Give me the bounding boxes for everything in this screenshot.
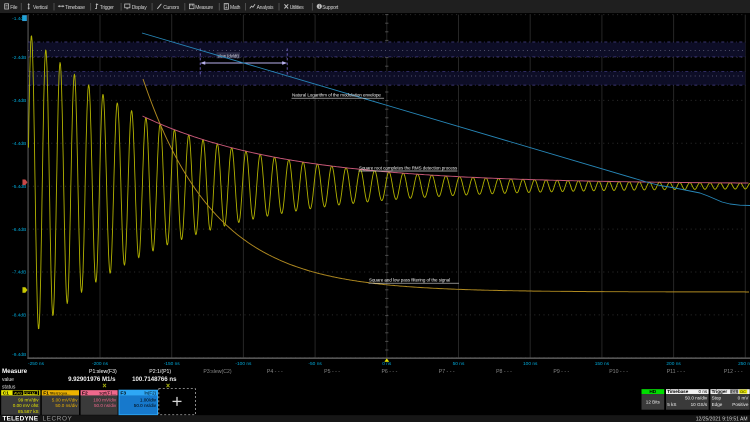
svg-text:Trigger: Trigger <box>100 5 114 11</box>
svg-text:-7.4dB: -7.4dB <box>12 270 26 276</box>
svg-text:12 Bits: 12 Bits <box>646 400 661 405</box>
svg-text:-5.4dB: -5.4dB <box>12 184 26 190</box>
svg-text:C1: C1 <box>3 391 10 397</box>
svg-text:-200 ns: -200 ns <box>92 361 109 367</box>
svg-text:-250 ns: -250 ns <box>28 361 45 367</box>
svg-text:-3.4dB: -3.4dB <box>12 98 26 104</box>
svg-text:P8 - - -: P8 - - - <box>496 369 512 375</box>
svg-text:50 ns: 50 ns <box>453 361 465 367</box>
svg-text:250 ns: 250 ns <box>738 361 750 367</box>
svg-text:5 kS: 5 kS <box>667 402 676 407</box>
svg-text:P1:slew(F3): P1:slew(F3) <box>89 369 117 375</box>
svg-text:-9.4dB: -9.4dB <box>12 352 26 358</box>
svg-text:Measure: Measure <box>195 5 213 11</box>
svg-text:-50 ns: -50 ns <box>308 361 322 367</box>
svg-text:Math: Math <box>230 5 241 11</box>
svg-text:100 ns: 100 ns <box>523 361 538 367</box>
svg-text:5.00 mV²/div: 5.00 mV²/div <box>52 397 78 402</box>
svg-text:Measure: Measure <box>2 368 28 375</box>
svg-text:Positive: Positive <box>732 402 749 407</box>
svg-text:DC: DC <box>740 389 746 394</box>
svg-text:9.92901976 M1/s: 9.92901976 M1/s <box>68 376 116 383</box>
svg-text:Utilities: Utilities <box>290 5 305 11</box>
svg-text:0 ns: 0 ns <box>699 389 708 394</box>
svg-text:-2.4dB: -2.4dB <box>12 55 26 61</box>
svg-text:File: File <box>10 5 18 11</box>
svg-text:100 mV/div: 100 mV/div <box>93 397 117 402</box>
svg-text:Cursors: Cursors <box>163 5 180 11</box>
svg-text:F3: F3 <box>120 391 126 397</box>
svg-text:0.00 mV ofst: 0.00 mV ofst <box>13 403 40 408</box>
svg-text:50.0 ns/div: 50.0 ns/div <box>134 403 157 408</box>
svg-text:0 mV: 0 mV <box>738 396 750 401</box>
svg-text:-150 ns: -150 ns <box>164 361 181 367</box>
svg-text:Display: Display <box>132 5 147 11</box>
svg-text:Stop: Stop <box>712 396 722 401</box>
svg-text:Timebase: Timebase <box>65 5 85 11</box>
svg-text:10 GS/s: 10 GS/s <box>691 402 708 407</box>
svg-text:F2: F2 <box>82 391 88 397</box>
svg-text:LECROY: LECROY <box>43 416 73 422</box>
svg-text:P4 - - -: P4 - - - <box>267 369 283 375</box>
svg-text:50.0 ns/div: 50.0 ns/div <box>94 403 117 408</box>
svg-text:Vertical: Vertical <box>33 5 48 11</box>
svg-text:TELEDYNE: TELEDYNE <box>3 416 39 422</box>
svg-text:200 ns: 200 ns <box>666 361 681 367</box>
svg-text:Square root completes the RMS: Square root completes the RMS detection … <box>359 165 458 170</box>
svg-text:P3:slew(C2): P3:slew(C2) <box>203 369 232 375</box>
svg-text:filter(squa...: filter(squa... <box>50 390 71 395</box>
svg-text:P2:1/(P1): P2:1/(P1) <box>149 369 171 375</box>
svg-text:100.7148766 ns: 100.7148766 ns <box>132 376 177 383</box>
svg-text:Square and low pass filtering: Square and low pass filtering of the sig… <box>369 278 450 283</box>
svg-text:HD: HD <box>649 389 656 395</box>
svg-text:P12 - - -: P12 - - - <box>724 369 743 375</box>
svg-text:12/25/2021 9:19:51 AM: 12/25/2021 9:19:51 AM <box>696 416 748 422</box>
svg-text:-1.4dB: -1.4dB <box>12 16 26 22</box>
svg-text:status: status <box>2 384 16 390</box>
svg-text:i: i <box>319 4 320 9</box>
svg-text:150 ns: 150 ns <box>595 361 610 367</box>
svg-text:C1: C1 <box>732 389 737 394</box>
svg-text:AVG: AVG <box>14 390 22 395</box>
svg-text:DC1M: DC1M <box>24 391 35 395</box>
svg-text:-8.4dB: -8.4dB <box>12 313 26 319</box>
svg-text:Timebase: Timebase <box>667 389 689 394</box>
svg-text:sqrt(F1...: sqrt(F1... <box>99 390 116 395</box>
svg-text:P9 - - -: P9 - - - <box>553 369 569 375</box>
svg-text:value: value <box>2 377 14 383</box>
svg-text:Edge: Edge <box>712 402 723 407</box>
svg-text:P10 - - -: P10 - - - <box>609 369 628 375</box>
svg-text:P7 - - -: P7 - - - <box>439 369 455 375</box>
svg-text:Analysis: Analysis <box>257 5 274 11</box>
svg-text:P6 - - -: P6 - - - <box>381 369 397 375</box>
svg-text:-100 ns: -100 ns <box>235 361 252 367</box>
svg-text:99 mV/div: 99 mV/div <box>18 397 39 402</box>
svg-text:ln(F2): ln(F2) <box>145 390 157 395</box>
svg-text:Trigger: Trigger <box>712 389 728 394</box>
svg-text:85.587 kS: 85.587 kS <box>18 409 39 414</box>
svg-text:Support: Support <box>322 5 339 11</box>
svg-text:50.0 ns/div: 50.0 ns/div <box>685 396 708 401</box>
svg-text:F1: F1 <box>43 391 49 397</box>
svg-text:P11 - - -: P11 - - - <box>667 369 686 375</box>
svg-text:-4.4dB: -4.4dB <box>12 141 26 147</box>
svg-text:1.00/div: 1.00/div <box>140 397 157 402</box>
svg-text:Natural Logarithm of the modul: Natural Logarithm of the modulation enve… <box>292 93 381 98</box>
svg-text:-6.4dB: -6.4dB <box>12 227 26 233</box>
svg-text:P5 - - -: P5 - - - <box>324 369 340 375</box>
svg-text:50.0 ns/div: 50.0 ns/div <box>55 403 78 408</box>
